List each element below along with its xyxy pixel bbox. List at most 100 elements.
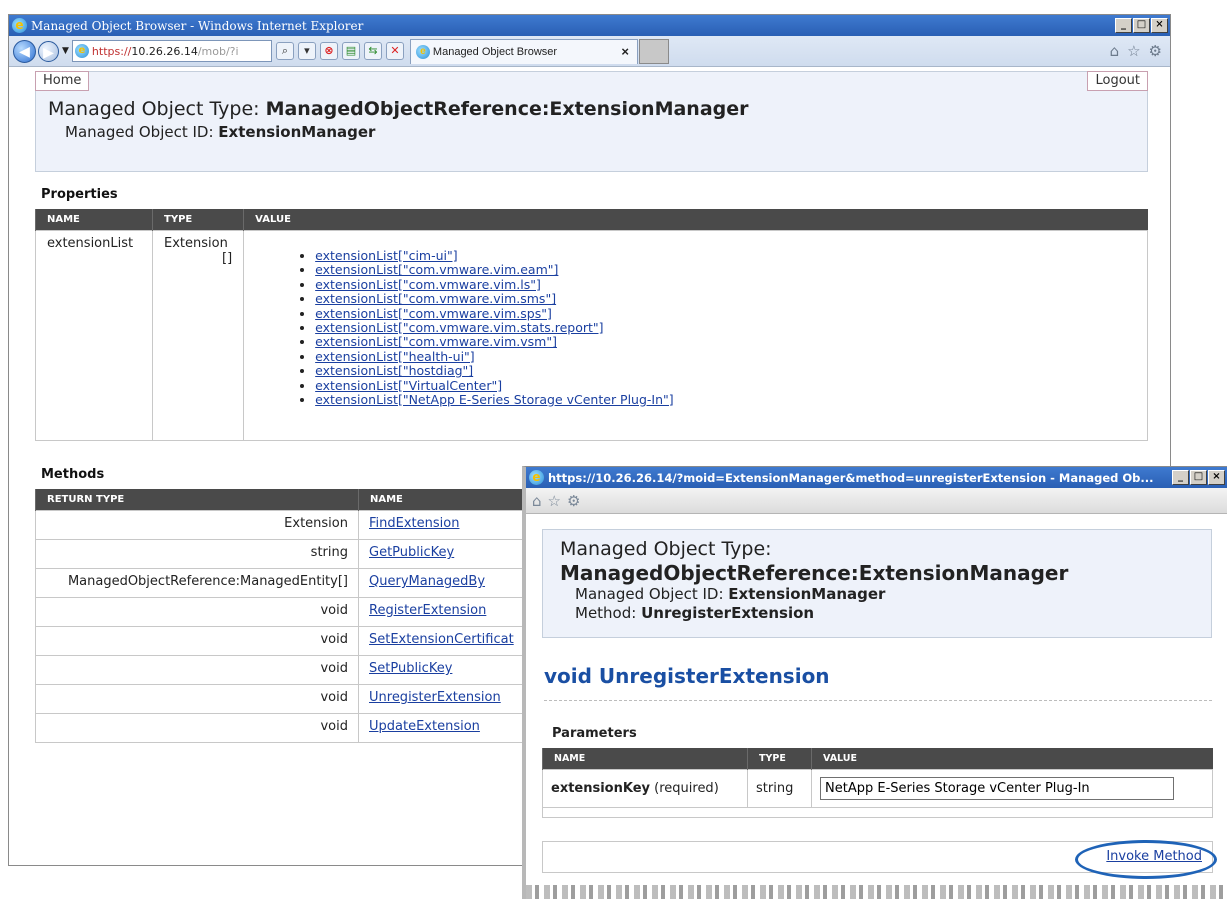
method-name-cell: SetExtensionCertificat xyxy=(358,626,527,656)
table-row: void RegisterExtension xyxy=(35,597,527,627)
search-icon[interactable]: ⌕ xyxy=(275,42,294,60)
favorites-star-icon[interactable]: ☆ xyxy=(548,492,561,510)
new-tab-button[interactable] xyxy=(638,38,669,64)
minimize-icon[interactable]: _ xyxy=(1115,18,1132,33)
popup-method-line: Method: UnregisterExtension xyxy=(560,604,1211,623)
tab-favicon: e xyxy=(415,44,430,59)
method-return-type: void xyxy=(35,684,359,714)
property-name: extensionList xyxy=(35,230,153,441)
method-name-cell: UnregisterExtension xyxy=(358,684,527,714)
property-type: Extension[] xyxy=(151,230,245,441)
popup-method-value: UnregisterExtension xyxy=(641,604,815,622)
method-name-cell: GetPublicKey xyxy=(358,539,527,569)
address-path: /mob/?i xyxy=(197,44,239,58)
extension-key-input[interactable] xyxy=(820,777,1174,800)
method-return-type: Extension xyxy=(35,510,359,540)
address-bar[interactable]: e https://10.26.26.14/mob/?i xyxy=(71,40,272,62)
object-type-label: Managed Object Type: xyxy=(48,98,266,120)
method-link[interactable]: SetPublicKey xyxy=(369,661,452,676)
certificate-error-icon[interactable]: ⊗ xyxy=(319,42,338,60)
tab-close-icon[interactable]: × xyxy=(621,44,629,59)
extension-link[interactable]: extensionList["hostdiag"] xyxy=(315,363,473,378)
main-title-bar: e Managed Object Browser - Windows Inter… xyxy=(9,15,1170,36)
close-icon[interactable]: × xyxy=(1151,18,1168,33)
table-row: ManagedObjectReference:ManagedEntity[] Qu… xyxy=(35,568,527,598)
parameters-title: Parameters xyxy=(552,726,637,741)
method-name-cell: UpdateExtension xyxy=(358,713,527,743)
method-link[interactable]: QueryManagedBy xyxy=(369,574,485,589)
object-id-value: ExtensionManager xyxy=(218,123,376,141)
extension-link[interactable]: extensionList["com.vmware.vim.sps"] xyxy=(315,306,552,321)
extension-list: extensionList["cim-ui"]extensionList["co… xyxy=(315,248,1136,407)
popup-object-id-line: Managed Object ID: ExtensionManager xyxy=(560,585,1211,604)
properties-header-row: NAME TYPE VALUE xyxy=(35,209,1148,231)
extension-link[interactable]: extensionList["cim-ui"] xyxy=(315,248,457,263)
window-title: Managed Object Browser - Windows Interne… xyxy=(31,18,364,33)
address-dropdown-icon[interactable]: ▾ xyxy=(297,42,316,60)
tab-managed-object-browser[interactable]: e Managed Object Browser × xyxy=(409,38,638,64)
maximize-icon[interactable]: □ xyxy=(1133,18,1150,33)
history-dropdown-icon[interactable]: ▼ xyxy=(62,46,69,56)
param-value-cell xyxy=(811,769,1213,808)
forward-icon[interactable]: ▶ xyxy=(38,40,59,62)
close-icon[interactable]: × xyxy=(1208,470,1225,485)
extension-link[interactable]: extensionList["VirtualCenter"] xyxy=(315,378,502,393)
stop-icon[interactable]: ✕ xyxy=(385,42,404,60)
parameters-header-row: NAME TYPE VALUE xyxy=(542,748,1213,770)
properties-title: Properties xyxy=(41,187,118,202)
back-icon[interactable]: ◀ xyxy=(13,39,36,63)
list-item: extensionList["com.vmware.vim.vsm"] xyxy=(315,335,1136,349)
popup-object-type-value: ManagedObjectReference:ExtensionManager xyxy=(560,561,1069,585)
methods-table: RETURN TYPE NAME Extension FindExtension s… xyxy=(35,489,527,743)
popup-object-id-label: Managed Object ID: xyxy=(575,585,729,603)
table-row: void UnregisterExtension xyxy=(35,684,527,714)
minimize-icon[interactable]: _ xyxy=(1172,470,1189,485)
list-item: extensionList["com.vmware.vim.eam"] xyxy=(315,263,1136,277)
extension-link[interactable]: extensionList["com.vmware.vim.eam"] xyxy=(315,262,558,277)
param-name-cell: extensionKey (required) xyxy=(542,769,748,808)
method-link[interactable]: FindExtension xyxy=(369,516,459,531)
method-return-type: void xyxy=(35,713,359,743)
ie-logo-icon: e xyxy=(529,470,544,485)
gear-icon[interactable]: ⚙ xyxy=(567,492,580,510)
method-link[interactable]: UpdateExtension xyxy=(369,719,480,734)
compatibility-icon[interactable]: ▤ xyxy=(341,42,360,60)
maximize-icon[interactable]: □ xyxy=(1190,470,1207,485)
home-icon[interactable]: ⌂ xyxy=(532,492,542,510)
address-scheme: https:// xyxy=(91,44,132,58)
method-return-type: void xyxy=(35,597,359,627)
page-favicon: e xyxy=(74,44,89,58)
col-value: VALUE xyxy=(243,209,1148,231)
extension-link[interactable]: extensionList["com.vmware.vim.ls"] xyxy=(315,277,541,292)
popup-title-bar: e https://10.26.26.14/?moid=ExtensionMan… xyxy=(526,467,1227,488)
method-link[interactable]: UnregisterExtension xyxy=(369,690,501,705)
home-link[interactable]: Home xyxy=(35,71,90,91)
address-host: 10.26.26.14 xyxy=(131,44,198,58)
extension-link[interactable]: extensionList["NetApp E-Series Storage v… xyxy=(315,392,674,407)
methods-header-row: RETURN TYPE NAME xyxy=(35,489,527,511)
home-icon[interactable]: ⌂ xyxy=(1110,42,1120,60)
extension-link[interactable]: extensionList["com.vmware.vim.vsm"] xyxy=(315,334,557,349)
table-row-empty xyxy=(542,807,1213,818)
refresh-icon[interactable]: ⇆ xyxy=(363,42,382,60)
invoke-method-popup: e https://10.26.26.14/?moid=ExtensionMan… xyxy=(522,466,1227,899)
logout-link[interactable]: Logout xyxy=(1087,71,1148,91)
method-link[interactable]: GetPublicKey xyxy=(369,545,454,560)
favorites-star-icon[interactable]: ☆ xyxy=(1127,42,1140,60)
property-value: extensionList["cim-ui"]extensionList["co… xyxy=(243,230,1148,441)
object-id-line: Managed Object ID: ExtensionManager xyxy=(65,123,375,141)
col-method-name: NAME xyxy=(358,489,527,511)
parameters-table: NAME TYPE VALUE extensionKey (required) … xyxy=(542,748,1213,818)
gear-icon[interactable]: ⚙ xyxy=(1149,42,1162,60)
extension-link[interactable]: extensionList["health-ui"] xyxy=(315,349,475,364)
extension-link[interactable]: extensionList["com.vmware.vim.stats.repo… xyxy=(315,320,603,335)
popup-method-label: Method: xyxy=(575,604,642,622)
method-link[interactable]: SetExtensionCertificat xyxy=(369,632,514,647)
list-item: extensionList["cim-ui"] xyxy=(315,248,1136,263)
param-name: extensionKey xyxy=(551,781,651,796)
table-row: string GetPublicKey xyxy=(35,539,527,569)
popup-page-content: Managed Object Type: ManagedObjectRefere… xyxy=(526,514,1227,873)
list-item: extensionList["VirtualCenter"] xyxy=(315,378,1136,393)
method-link[interactable]: RegisterExtension xyxy=(369,603,486,618)
extension-link[interactable]: extensionList["com.vmware.vim.sms"] xyxy=(315,291,556,306)
